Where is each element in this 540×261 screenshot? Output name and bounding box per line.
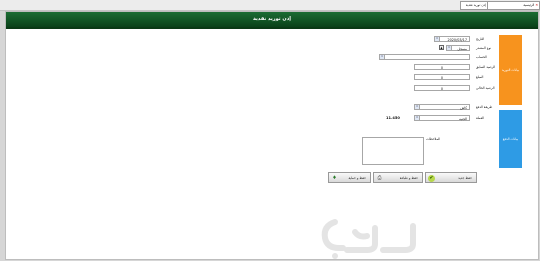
tab-cash-receipt[interactable]: إذن توريد نقدية (460, 1, 488, 10)
save-protect-button[interactable]: ♦ حفظ و حماية (328, 172, 371, 183)
exchange-rate-value: 11.450 (386, 116, 400, 120)
close-icon[interactable]: ✕ (535, 3, 538, 7)
receipt-window: إذن توريد نقدية بيانات التوريد بيانات ال… (5, 11, 539, 260)
chevron-down-icon[interactable]: ▾ (435, 37, 440, 41)
payment-type-label: طريقة الدفع (476, 105, 493, 109)
lock-icon: ♦ (332, 175, 337, 181)
save-new-button[interactable]: ✔ حفظ جديد (425, 172, 477, 183)
previous-balance-field[interactable]: 0 (414, 64, 470, 70)
chevron-down-icon[interactable]: ▾ (447, 46, 452, 50)
chevron-down-icon[interactable]: ▾ (415, 105, 420, 109)
notes-textarea[interactable] (362, 137, 424, 165)
chevron-down-icon[interactable]: ▾ (380, 55, 385, 59)
account-select[interactable]: ▾ (379, 54, 470, 60)
save-print-button[interactable]: ⎙ حفظ و طباعة (373, 172, 423, 183)
amount-field[interactable]: 0 (414, 74, 470, 80)
payment-type-select[interactable]: ▾ كاش (414, 104, 470, 110)
amount-label: المبلغ (476, 75, 484, 79)
currency-select[interactable]: ▾ الجنيه (414, 115, 470, 121)
tab-strip: ✕الرئيسية إذن توريد نقدية (0, 0, 540, 11)
check-icon: ✔ (428, 175, 435, 182)
title-divider (6, 27, 538, 29)
notes-label: الملاحظات (426, 137, 441, 141)
window-title: إذن توريد نقدية (6, 12, 538, 27)
section-supply-data: بيانات التوريد (499, 35, 522, 105)
user-icon[interactable]: ♟ (439, 45, 444, 50)
section-payment-data: بيانات الدفع (499, 110, 522, 168)
account-label: الحساب (476, 55, 487, 59)
previous-balance-label: الرصيد السابق (476, 65, 496, 69)
current-balance-label: الرصيد الحالي (476, 86, 495, 90)
payer-type-select[interactable]: ▾ مسجل (446, 45, 470, 51)
date-label: التاريخ (476, 37, 485, 41)
current-balance-field[interactable]: 0 (414, 85, 470, 91)
watermark-logo (321, 219, 416, 259)
payer-type-label: نوع المصدر (476, 46, 492, 50)
printer-icon: ⎙ (377, 175, 382, 181)
chevron-down-icon[interactable]: ▾ (415, 116, 420, 120)
tab-home[interactable]: ✕الرئيسية (485, 1, 540, 10)
date-field[interactable]: ▾ 2020/03/17 (434, 36, 470, 42)
currency-label: العملة (476, 116, 485, 120)
